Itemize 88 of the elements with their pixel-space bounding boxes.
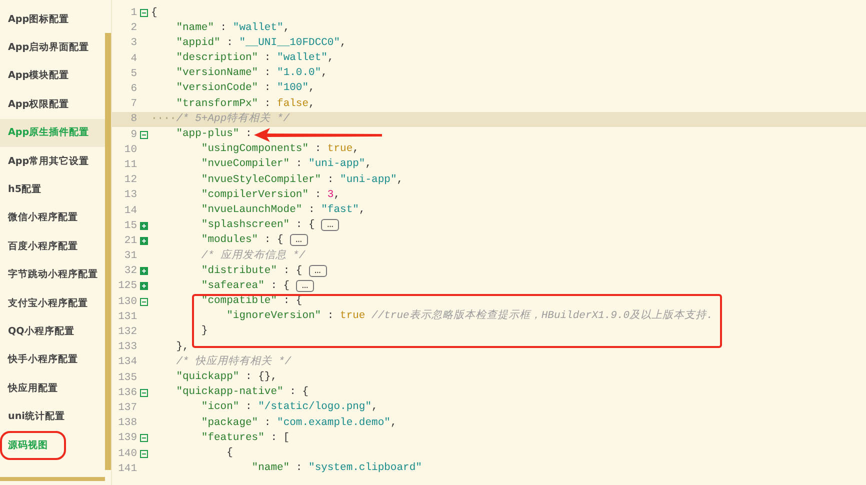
line-number: 15: [123, 220, 137, 232]
line-number: 134: [117, 356, 137, 368]
code-line: ····/* 5+App特有相关 */: [151, 112, 290, 127]
expand-icon[interactable]: [140, 282, 148, 290]
code-line: "modules" : { …: [151, 233, 308, 248]
line-number: 6: [130, 83, 137, 96]
collapse-icon[interactable]: [140, 434, 148, 442]
line-number: 135: [117, 372, 137, 384]
code-line: "compilerVersion" : 3,: [200, 188, 340, 203]
line-number: 140: [117, 448, 137, 460]
code-line: }: [200, 324, 208, 340]
code-line: "nvueStyleCompiler" : "uni-app",: [200, 172, 404, 188]
line-number: 141: [117, 462, 137, 475]
code-line: "name" : "system.clipboard": [250, 461, 422, 476]
line-number: 130: [117, 296, 137, 308]
line-number: 2: [130, 22, 137, 34]
line-number: 14: [123, 204, 137, 217]
code-line: "appid" : "__UNI__10FDCC0",: [175, 36, 346, 51]
code-line: "package" : "com.example.demo",: [200, 416, 397, 431]
sidebar-item[interactable]: App图标配置: [0, 5, 105, 34]
code-line: /* 应用发布信息 */: [200, 248, 306, 264]
line-number: 21: [123, 234, 137, 247]
line-number: 9: [130, 128, 137, 141]
sidebar-item[interactable]: 微信小程序配置: [0, 204, 105, 232]
line-number: 3: [130, 37, 137, 50]
line-number: 13: [123, 189, 137, 202]
code-line: "quickapp" : {},: [175, 370, 278, 385]
line-number: 8: [130, 113, 137, 126]
line-number: 11: [123, 158, 137, 171]
code-line: {: [226, 446, 233, 461]
line-number: 4: [130, 52, 137, 65]
sidebar-item[interactable]: 快应用配置: [0, 374, 105, 402]
expand-icon[interactable]: [140, 236, 148, 245]
code-line: "icon" : "/static/logo.png",: [200, 400, 378, 416]
sidebar-item[interactable]: uni统计配置: [0, 402, 105, 431]
sidebar-item[interactable]: App启动界面配置: [0, 33, 105, 62]
line-number: 32: [123, 265, 137, 278]
line-number: 137: [117, 402, 137, 414]
expand-icon[interactable]: [140, 222, 148, 230]
code-line: "transformPx" : false,: [175, 96, 315, 112]
sidebar-item[interactable]: 百度小程序配置: [0, 232, 105, 261]
scrollbar[interactable]: [0, 477, 105, 481]
collapse-icon[interactable]: [140, 298, 148, 306]
code-line: "splashscreen" : { …: [151, 218, 340, 234]
line-number: 133: [117, 341, 137, 354]
collapse-icon[interactable]: [140, 450, 148, 458]
collapse-icon[interactable]: [140, 9, 148, 18]
line-number: 136: [117, 386, 137, 399]
line-number: 132: [117, 326, 137, 338]
line-number: 12: [123, 174, 137, 186]
sidebar-item[interactable]: 字节跳动小程序配置: [0, 260, 105, 289]
code-line: "nvueCompiler" : "uni-app",: [200, 157, 372, 172]
code-line: "nvueLaunchMode" : "fast",: [200, 202, 366, 218]
arrow-icon: [252, 127, 384, 143]
collapse-icon[interactable]: [140, 388, 148, 397]
line-number: 138: [117, 417, 137, 430]
sidebar-item[interactable]: 快手小程序配置: [0, 346, 105, 374]
line-number: 31: [123, 250, 137, 262]
code-line: "versionName" : "1.0.0",: [175, 66, 328, 82]
sidebar-item[interactable]: App模块配置: [0, 62, 105, 90]
code-line: /* 快应用特有相关 */: [175, 354, 291, 370]
code-line: "description" : "wallet",: [175, 51, 334, 66]
line-number: 125: [117, 280, 137, 292]
line-number: 1: [130, 7, 137, 20]
scrollbar[interactable]: [105, 33, 111, 470]
line-number: 131: [117, 310, 137, 323]
code-line: },: [175, 340, 189, 355]
code-line: "safearea" : { …: [151, 278, 314, 294]
code-line: "name" : "wallet",: [175, 20, 290, 36]
code-line: "quickapp-native" : {: [175, 385, 309, 400]
line-number: 5: [130, 68, 137, 80]
code-line: "app-plus" :: [175, 127, 252, 142]
code-line: "versionCode" : "100",: [175, 81, 315, 96]
code-line: "ignoreVersion" : true //true表示忽略版本检查提示框，HBuilderX1.9.0及以上版本支持.: [226, 309, 713, 324]
sidebar-item[interactable]: h5配置: [0, 175, 105, 204]
sidebar-item[interactable]: App权限配置: [0, 90, 105, 119]
code-line: {: [151, 6, 158, 20]
line-number: 139: [117, 432, 137, 444]
sidebar-item[interactable]: QQ小程序配置: [0, 317, 105, 346]
code-line: "usingComponents" : true,: [200, 142, 359, 158]
expand-icon[interactable]: [140, 267, 148, 276]
line-number: 7: [130, 98, 137, 110]
code-line: "features" : [: [200, 430, 290, 446]
code-line: "distribute" : { …: [151, 264, 327, 279]
sidebar-item[interactable]: App常用其它设置: [0, 146, 105, 176]
line-number: 10: [123, 144, 137, 156]
sidebar-item[interactable]: 支付宝小程序配置: [0, 288, 105, 318]
collapse-icon[interactable]: [140, 130, 148, 139]
